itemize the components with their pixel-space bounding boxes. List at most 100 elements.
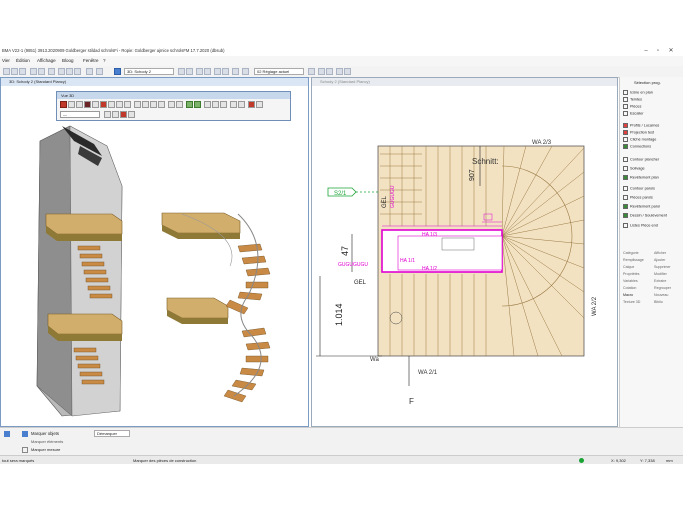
print-icon[interactable] — [48, 68, 55, 75]
green-layer-2-icon[interactable] — [194, 101, 201, 108]
save-icon[interactable] — [19, 68, 26, 75]
grid-cell[interactable]: Catégorie — [623, 251, 639, 255]
panel-item[interactable]: Pièces parois — [623, 195, 653, 200]
measure-checkbox[interactable] — [22, 447, 28, 453]
layers-panel-icon[interactable] — [344, 68, 351, 75]
show-icon[interactable] — [212, 101, 219, 108]
cut-icon[interactable] — [58, 68, 65, 75]
new-icon[interactable] — [3, 68, 10, 75]
grid-cell[interactable]: Nouveau — [654, 293, 668, 297]
grid-cell[interactable]: Ajouter — [654, 258, 665, 262]
panel-item[interactable]: Escalier — [623, 111, 644, 116]
minimize-button[interactable]: – — [640, 47, 652, 55]
open-icon[interactable] — [11, 68, 18, 75]
panel-item[interactable]: Solivage — [623, 166, 645, 171]
front-view-icon[interactable] — [134, 101, 141, 108]
panel-item[interactable]: Dessin / Soulèvement — [623, 213, 667, 218]
walk-icon[interactable] — [116, 101, 123, 108]
grid-cell[interactable]: Propriétés — [623, 272, 639, 276]
panel-item[interactable]: Contour parois — [623, 186, 655, 191]
render-mode-icon[interactable] — [60, 101, 67, 108]
zoom-window-icon[interactable] — [176, 101, 183, 108]
paste-icon[interactable] — [74, 68, 81, 75]
wireframe-icon[interactable] — [68, 101, 75, 108]
camera-icon[interactable] — [124, 101, 131, 108]
grid-cell[interactable]: Modifier — [654, 272, 667, 276]
mark-objects-label[interactable]: Marquer objets — [31, 431, 59, 436]
select-objects-icon[interactable] — [22, 431, 28, 437]
zoom-all-icon[interactable] — [168, 101, 175, 108]
view-select[interactable]: 3D: Schody 2 — [124, 68, 174, 75]
grid-cell[interactable]: Extraire — [654, 279, 666, 283]
ortho-icon[interactable] — [326, 68, 333, 75]
top-view-icon[interactable] — [150, 101, 157, 108]
grid-cell[interactable]: Cotation — [623, 286, 636, 290]
mark-elements-label[interactable]: Marquer éléments — [31, 439, 63, 444]
grid-cell[interactable]: Biblio — [654, 300, 663, 304]
plan-view-panel[interactable]: Schody 2 (Standard Plancy) S2/1 47 1.014… — [311, 77, 618, 427]
panel-item[interactable]: Listes Pièce end — [623, 223, 658, 228]
filter-icon[interactable] — [204, 68, 211, 75]
maximize-button[interactable]: ▫ — [652, 47, 664, 55]
menu-block[interactable]: Bloog — [62, 58, 74, 63]
grid-cell[interactable]: Variables — [623, 279, 638, 283]
close-button[interactable]: ✕ — [665, 47, 677, 55]
panel-item[interactable]: Teintes — [623, 97, 642, 102]
grid-cell[interactable]: Remplissage — [623, 258, 644, 262]
green-layer-icon[interactable] — [186, 101, 193, 108]
texture-icon[interactable] — [84, 101, 91, 108]
menu-window[interactable]: Fenêtre — [83, 58, 99, 63]
options-icon[interactable] — [128, 111, 135, 118]
menu-file[interactable]: Vier — [2, 58, 10, 63]
clip-icon[interactable] — [220, 101, 227, 108]
side-view-icon[interactable] — [142, 101, 149, 108]
mark-measure-label[interactable]: Marquer mesure — [31, 447, 60, 452]
rotate-icon[interactable] — [108, 101, 115, 108]
iso-view-icon[interactable] — [158, 101, 165, 108]
panel-item[interactable]: Revêtement plan — [623, 175, 659, 180]
menu-view[interactable]: Affichage — [37, 58, 56, 63]
stop-icon[interactable] — [248, 101, 255, 108]
export-icon[interactable] — [238, 101, 245, 108]
zoom-icon[interactable] — [86, 68, 93, 75]
panel-item[interactable]: Connections — [623, 144, 651, 149]
delete-icon[interactable] — [120, 111, 127, 118]
plan-drawing-canvas[interactable]: S2/1 47 1.014 907 Schnitt: WA 2/3 WA 2/2… — [312, 86, 617, 426]
grid-cell[interactable]: Regrouper — [654, 286, 671, 290]
settings-icon[interactable] — [308, 68, 315, 75]
panel-item[interactable]: Contour plancher — [623, 157, 659, 162]
menu-help[interactable]: ? — [103, 58, 106, 63]
grid-cell[interactable]: Supprimer — [654, 265, 671, 269]
redo-icon[interactable] — [38, 68, 45, 75]
pan-icon[interactable] — [96, 68, 103, 75]
view-icon[interactable] — [114, 68, 121, 75]
next-view-icon[interactable] — [186, 68, 193, 75]
refresh-icon[interactable] — [336, 68, 343, 75]
grid-cell[interactable]: Calque — [623, 265, 634, 269]
panel-item[interactable]: Projection test — [623, 130, 654, 135]
floating-input[interactable]: — — [60, 111, 100, 118]
snap-icon[interactable] — [318, 68, 325, 75]
hide-icon[interactable] — [204, 101, 211, 108]
3d-view-panel[interactable]: 3D: Schody 2 (Standard Plancy) — [0, 77, 309, 427]
grid-cell[interactable]: Afficher — [654, 251, 666, 255]
measure-icon[interactable] — [232, 68, 239, 75]
3d-model-canvas[interactable] — [2, 86, 308, 426]
shade-icon[interactable] — [76, 101, 83, 108]
grid-cell[interactable]: Texture 3D — [623, 300, 640, 304]
measure-3d-icon[interactable] — [230, 101, 237, 108]
reset-icon[interactable] — [112, 111, 119, 118]
light-icon[interactable] — [92, 101, 99, 108]
prev-view-icon[interactable] — [178, 68, 185, 75]
layer-icon[interactable] — [196, 68, 203, 75]
copy-icon[interactable] — [66, 68, 73, 75]
grid-cell[interactable]: Macro — [623, 293, 633, 297]
section-plane-icon[interactable] — [100, 101, 107, 108]
undo-icon[interactable] — [30, 68, 37, 75]
grid-icon[interactable] — [242, 68, 249, 75]
panel-item[interactable]: Profils / Lucarnes — [623, 123, 659, 128]
menu-edit[interactable]: Édition — [16, 58, 30, 63]
section-icon[interactable] — [222, 68, 229, 75]
settings-select[interactable]: 02 Réglage actuel — [254, 68, 304, 75]
more-icon[interactable] — [256, 101, 263, 108]
